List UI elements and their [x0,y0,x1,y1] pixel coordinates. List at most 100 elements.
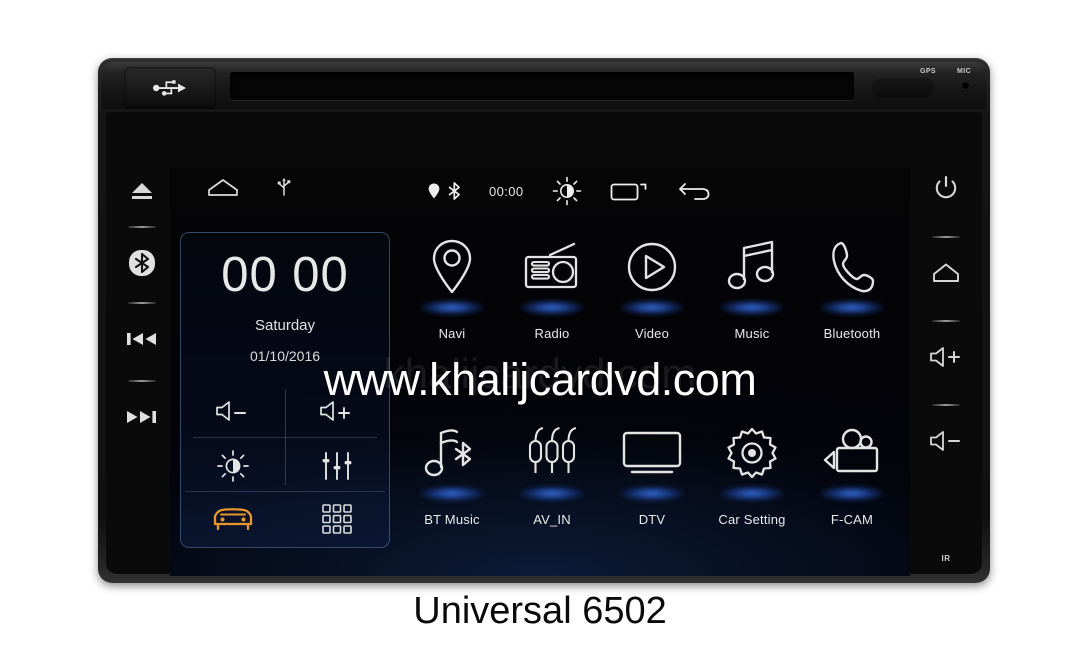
power-button[interactable] [918,168,974,208]
all-apps-shortcut[interactable] [285,491,389,546]
bluetooth-button[interactable] [114,244,170,282]
right-button-column: IR [918,168,974,576]
home-button[interactable] [918,254,974,292]
widget-clock: 00 00 [221,248,349,302]
car-head-unit-device: GPS MIC IR 00:00 00 00 Saturday 01/10/20… [98,58,990,583]
icon-glow [620,300,684,315]
location-pin-icon [428,183,440,199]
rca-plugs-icon [502,416,602,490]
app-video[interactable]: Video [602,230,702,380]
widget-shortcuts [181,491,389,546]
bluetooth-icon [448,182,461,200]
icon-glow [820,300,884,315]
app-label: Bluetooth [823,326,881,341]
volume-down-icon [928,429,964,453]
gps-antenna-bump [872,78,934,98]
car-shortcut[interactable] [181,491,285,546]
usb-port[interactable] [124,67,216,109]
icon-glow [820,486,884,501]
touchscreen-display[interactable]: 00:00 00 00 Saturday 01/10/2016 Navi Rad… [170,168,910,576]
radio-icon [502,230,602,304]
icon-glow [420,300,484,315]
home-icon[interactable] [206,176,240,198]
previous-track-icon [125,329,159,349]
next-track-icon [125,407,159,427]
button-divider [128,380,156,382]
volume-up-button[interactable] [918,338,974,376]
cd-slot[interactable] [230,72,854,100]
phone-handset-icon [802,230,902,304]
equalizer-icon [319,451,355,481]
brightness-icon[interactable] [552,176,582,206]
previous-track-button[interactable] [114,320,170,358]
gps-label: GPS [920,68,936,75]
image-caption: Universal 6502 [413,590,667,632]
icon-glow [620,486,684,501]
widget-weekday: Saturday [254,317,316,334]
clock-widget[interactable]: 00 00 Saturday 01/10/2016 [180,232,390,548]
recent-apps-icon[interactable] [610,180,650,202]
app-navi[interactable]: Navi [402,230,502,380]
video-camera-icon [802,416,902,490]
widget-date: 01/10/2016 [249,348,321,364]
app-bluetooth[interactable]: Bluetooth [802,230,902,380]
app-row-1: Navi Radio Video Music Bluetooth [402,230,902,380]
app-radio[interactable]: Radio [502,230,602,380]
app-f-cam[interactable]: F-CAM [802,416,902,566]
icon-glow [720,300,784,315]
back-arrow-icon[interactable] [678,180,712,202]
left-button-column [114,168,170,576]
car-icon [210,504,256,534]
apps-grid-icon [321,503,353,535]
television-icon [602,416,702,490]
button-divider [932,320,960,322]
mic-label: MIC [957,68,972,75]
button-divider [128,226,156,228]
volume-down-control[interactable] [181,383,285,438]
app-bt-music[interactable]: BT Music [402,416,502,566]
gear-icon [702,416,802,490]
brightness-icon [216,449,250,483]
app-music[interactable]: Music [702,230,802,380]
play-circle-icon [602,230,702,304]
status-bar-clock: 00:00 [489,183,524,199]
status-bar: 00:00 [170,168,910,214]
widget-controls [181,383,389,493]
location-pin-icon [402,230,502,304]
app-car-setting[interactable]: Car Setting [702,416,802,566]
app-av-in[interactable]: AV_IN [502,416,602,566]
volume-up-icon [317,398,357,424]
app-dtv[interactable]: DTV [602,416,702,566]
usb-icon [153,78,187,98]
ir-receiver-label: IR [941,554,951,563]
status-bar-right: 00:00 [428,176,712,206]
volume-down-button[interactable] [918,422,974,460]
volume-up-icon [928,345,964,369]
next-track-button[interactable] [114,398,170,436]
music-note-icon [702,230,802,304]
eject-icon [129,181,155,201]
device-face: IR 00:00 00 00 Saturday 01/10/2016 Navi … [106,112,982,576]
icon-glow [520,300,584,315]
icon-glow [520,486,584,501]
volume-down-icon [213,398,253,424]
status-bar-left [206,176,292,198]
bluetooth-icon [127,248,157,278]
app-label: F-CAM [830,512,874,527]
equalizer-control[interactable] [285,438,389,493]
usb-icon [276,177,292,197]
button-divider [128,302,156,304]
microphone-hole [962,82,969,89]
icon-glow [720,486,784,501]
app-grid: Navi Radio Video Music Bluetooth BT Musi… [402,230,902,562]
home-icon [931,261,961,285]
brightness-control[interactable] [181,438,285,493]
power-icon [933,174,959,202]
button-divider [932,404,960,406]
device-top-panel: GPS MIC [102,62,986,109]
eject-button[interactable] [114,174,170,208]
volume-up-control[interactable] [285,383,389,438]
button-divider [932,236,960,238]
icon-glow [420,486,484,501]
bluetooth-music-icon [402,416,502,490]
